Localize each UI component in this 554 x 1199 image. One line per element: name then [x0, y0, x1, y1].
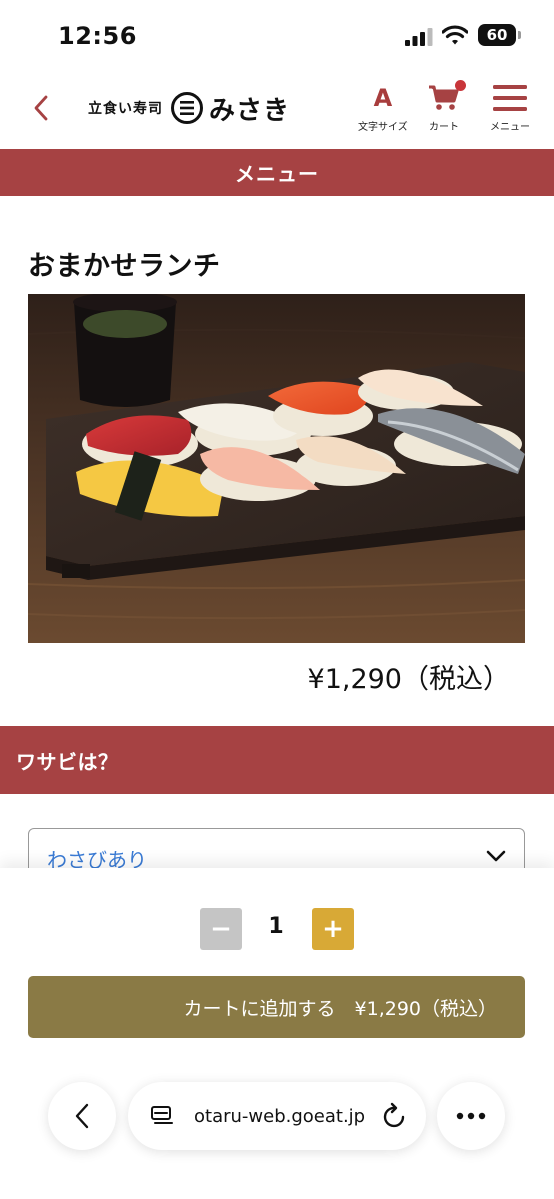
- more-dots-icon: [456, 1112, 486, 1120]
- signal-icon: [405, 28, 433, 46]
- menu-title: メニュー: [235, 162, 319, 186]
- chevron-down-icon: [486, 850, 506, 862]
- cart-button[interactable]: カート: [428, 80, 466, 133]
- wasabi-question: ワサビは？: [16, 749, 119, 774]
- status-bar: 12:56 60: [0, 0, 554, 70]
- browser-back-button[interactable]: [48, 1082, 116, 1150]
- product-image: [28, 294, 525, 643]
- browser-more-button[interactable]: [437, 1082, 505, 1150]
- quantity-increment-button[interactable]: +: [312, 908, 354, 950]
- browser-url-text: otaru-web.goeat.jp: [194, 1106, 366, 1127]
- cart-label: カート: [429, 122, 459, 133]
- product-title: おまかせランチ: [28, 251, 221, 282]
- logo-subtext: 立食い寿司: [88, 101, 163, 117]
- page-menu-icon[interactable]: [150, 1105, 174, 1127]
- font-size-button[interactable]: A 文字サイズ: [358, 82, 408, 133]
- logo-text: みさき: [209, 95, 291, 126]
- app-header: 立食い寿司 みさき A 文字サイズ カート メニュー: [0, 70, 554, 150]
- menu-button[interactable]: メニュー: [490, 82, 530, 133]
- font-size-label: 文字サイズ: [358, 122, 408, 133]
- cart-badge: [455, 80, 466, 91]
- add-to-cart-button[interactable]: カートに追加する ¥1,290（税込）: [28, 976, 525, 1038]
- chevron-left-icon: [75, 1103, 89, 1129]
- wasabi-section-header: ワサビは？: [0, 726, 554, 794]
- browser-toolbar: otaru-web.goeat.jp: [0, 1080, 554, 1152]
- menu-label: メニュー: [490, 122, 530, 133]
- battery-indicator: 60: [478, 24, 521, 46]
- quantity-decrement-button[interactable]: −: [200, 908, 242, 950]
- wifi-icon: [442, 25, 468, 45]
- browser-address-bar[interactable]: otaru-web.goeat.jp: [128, 1082, 426, 1150]
- brand-logo[interactable]: 立食い寿司 みさき: [88, 88, 290, 128]
- hamburger-menu-icon: [493, 85, 527, 111]
- status-time: 12:56: [58, 22, 137, 50]
- back-button[interactable]: [26, 90, 56, 126]
- add-to-cart-label: カートに追加する ¥1,290（税込）: [183, 997, 497, 1020]
- quantity-value: 1: [268, 914, 284, 939]
- product-price: ¥1,290（税込）: [307, 664, 510, 695]
- menu-title-bar: メニュー: [0, 149, 554, 196]
- logo-mark-icon: [171, 92, 203, 124]
- reload-icon[interactable]: [382, 1102, 408, 1130]
- chevron-left-icon: [34, 95, 48, 121]
- font-size-icon: A: [373, 84, 393, 112]
